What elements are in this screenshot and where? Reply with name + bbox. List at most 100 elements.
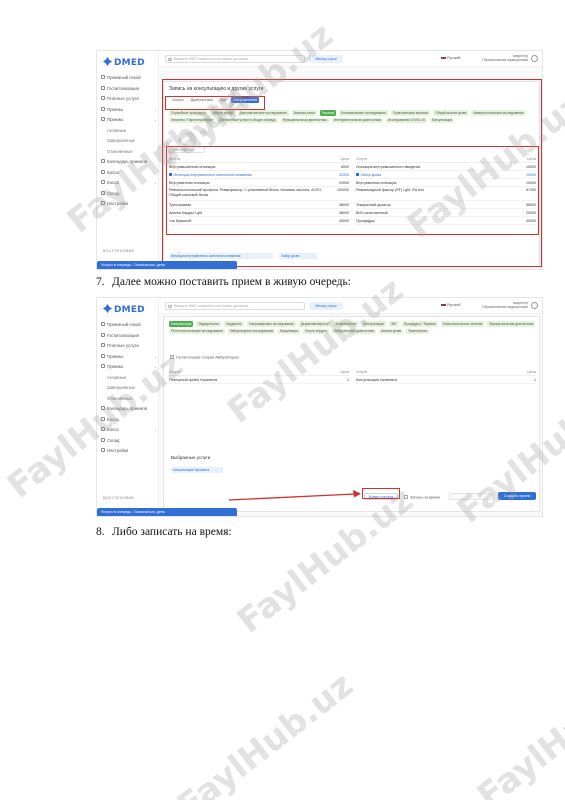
ambulance-checkbox[interactable]: Госпитальная Скорая Амбулатория — [170, 355, 239, 360]
category-chip[interactable]: Анализ крови — [379, 328, 404, 335]
selected-service-chip[interactable]: Консультация терапевта — [171, 467, 223, 473]
category-chip[interactable]: Неврапатолог — [333, 321, 359, 327]
sidebar-item[interactable]: Госпитализация — [101, 331, 157, 342]
toast-notification[interactable]: Услуги в очередь / Записаться: день — [97, 261, 237, 269]
services-column-left: Услуга Цена Повторный приём терапевта 1 — [169, 369, 349, 384]
watermark: FaylHub.uz — [470, 655, 565, 800]
sidebar-item-label: Склад — [107, 437, 120, 443]
sidebar-item[interactable]: Приемы ⌄ — [101, 362, 157, 373]
category-chip[interactable]: Ультразвуковое исследование — [246, 321, 296, 327]
sidebar-item[interactable]: Приемный покой — [101, 73, 157, 84]
table-row[interactable]: Консультация терапевта 1 — [356, 376, 536, 384]
category-chip[interactable]: Консультации — [169, 321, 194, 327]
category-chip[interactable]: Лабораторные исследования — [227, 328, 276, 335]
category-chips: Консультации Эндокринолог Кардиолог Ультраз… — [169, 321, 539, 335]
sidebar-item[interactable]: Приемы ⌄ — [101, 352, 157, 363]
month-button[interactable]: Месяц сорок — [309, 55, 343, 63]
sidebar-item[interactable]: Приемы ⌄ — [101, 115, 157, 126]
time-checkbox[interactable]: Запись на время — [404, 495, 440, 500]
col-service: Услуга — [356, 370, 367, 374]
category-chip[interactable]: Вакцинация — [278, 328, 300, 335]
sidebar-item[interactable]: Касса ⌄ — [101, 425, 157, 436]
sidebar-item[interactable]: Настройки — [101, 199, 157, 210]
user-info[interactable]: медсёстр Пёрсвиглавная медицинская — [482, 301, 528, 309]
sidebar-item[interactable]: Склад — [101, 189, 157, 200]
chevron-down-icon: ⌄ — [153, 117, 157, 122]
sidebar-item-label: Кассы — [107, 169, 120, 175]
month-button[interactable]: Месяц сорок — [309, 302, 343, 310]
sidebar-item[interactable]: Отменённые — [101, 394, 157, 405]
step-text: Либо записать на время: — [112, 526, 232, 538]
sidebar-item[interactable]: Завершённые — [101, 136, 157, 147]
category-chip[interactable]: Услуги хирурга — [302, 328, 329, 335]
screenshot-live-queue: DMED Приемный покой Госпитализация Платные… — [96, 297, 543, 517]
logo-text: DMED — [114, 305, 145, 315]
sidebar-item[interactable]: Настройки — [101, 446, 157, 457]
language-switch[interactable]: Русский — [441, 56, 460, 60]
category-chip[interactable]: Консультации — [361, 321, 386, 327]
dmed-logo[interactable]: DMED — [103, 304, 145, 315]
category-chip[interactable]: Рентгенологические исследования — [169, 328, 225, 335]
sidebar-item-label: Завершённые — [107, 138, 136, 143]
sidebar-item[interactable]: Активные — [101, 126, 157, 137]
sidebar-item-label: Приемный покой — [107, 322, 141, 327]
search-placeholder: Введите ФИО пациента или номер договора — [174, 304, 249, 308]
sidebar-item[interactable]: Платные услуги — [101, 341, 157, 352]
menu-icon — [101, 427, 105, 431]
language-switch[interactable]: Русский — [441, 303, 460, 307]
category-chip[interactable]: Гинекологическое лечение — [440, 321, 485, 327]
sidebar-item[interactable]: Склад — [101, 436, 157, 447]
sidebar-item[interactable]: Календарь приемов — [101, 404, 157, 415]
time-input[interactable] — [449, 493, 493, 500]
logo-text: DMED — [114, 58, 145, 68]
menu-icon — [101, 117, 105, 121]
dmed-logo[interactable]: DMED — [103, 57, 145, 68]
sidebar-item[interactable]: Приемный покой — [101, 320, 157, 331]
sidebar-item-label: Госпитализация — [107, 85, 140, 91]
sidebar-item[interactable]: Кассы — [101, 415, 157, 426]
category-chip[interactable]: Лабораторная диагностика — [331, 328, 377, 335]
sidebar-item[interactable]: Завершённые — [101, 383, 157, 394]
category-chip[interactable]: Процедуры / Терапия — [401, 321, 438, 327]
category-chip[interactable]: Кардиолог — [224, 321, 244, 327]
queue-card: Консультации Эндокринолог Кардиолог Ультраз… — [163, 316, 540, 512]
toast-notification[interactable]: Услуги в очередь / Записаться: день — [97, 508, 237, 516]
sidebar-item-label: Активные — [107, 127, 127, 133]
language-label: Русский — [447, 56, 461, 60]
sidebar: DMED Приемный покой Госпитализация Платные… — [97, 51, 237, 269]
sidebar-item[interactable]: Активные — [101, 373, 157, 384]
sidebar-item-label: Приемы — [107, 364, 124, 369]
sidebar-item-label: Календарь приемов — [107, 406, 148, 411]
menu-icon — [101, 406, 105, 410]
category-chip[interactable]: Функциональная диагностика — [487, 321, 536, 327]
sidebar-item[interactable]: Госпитализация — [101, 84, 157, 95]
logo-icon — [103, 304, 112, 313]
watermark: FaylHub.uz — [170, 665, 361, 800]
step-number: 7. — [96, 276, 105, 288]
sidebar-item[interactable]: Приемы ⌄ — [101, 105, 157, 116]
patient-search-input[interactable]: Введите ФИО пациента или номер договора — [165, 55, 305, 63]
sidebar-item[interactable]: Отменённые — [101, 147, 157, 158]
avatar-icon[interactable] — [531, 302, 538, 309]
sidebar-item[interactable]: Платные услуги — [101, 94, 157, 105]
chevron-down-icon: ⌄ — [153, 180, 157, 185]
checkbox-label: Запись на время — [410, 495, 440, 500]
menu-icon — [101, 416, 105, 421]
category-chip[interactable]: Дерматовенеролог — [298, 321, 331, 327]
category-chip[interactable]: Эндокринолог — [196, 321, 222, 327]
category-chip[interactable]: Гематология — [406, 328, 429, 335]
sidebar-item[interactable]: Календарь приемов — [101, 157, 157, 168]
col-service: Услуга — [169, 370, 180, 374]
table-row[interactable]: Повторный приём терапевта 1 — [169, 376, 349, 384]
category-chip[interactable]: ЭКГ — [388, 321, 399, 327]
highlight-box-tabs — [165, 96, 265, 110]
service-name: Консультация терапевта — [356, 378, 397, 382]
create-appointment-button[interactable]: Создать прием — [498, 492, 536, 500]
patient-search-input[interactable]: Введите ФИО пациента или номер договора — [165, 302, 305, 310]
selected-services-title: Выбранные услуги — [171, 455, 211, 460]
sidebar-item[interactable]: Касса ⌄ — [101, 178, 157, 189]
sidebar-item[interactable]: Кассы — [101, 168, 157, 179]
avatar-icon[interactable] — [531, 55, 538, 62]
col-price: Цена — [340, 370, 349, 374]
user-info[interactable]: медсёстр Пёрсвиглавная медицинская — [482, 54, 528, 62]
